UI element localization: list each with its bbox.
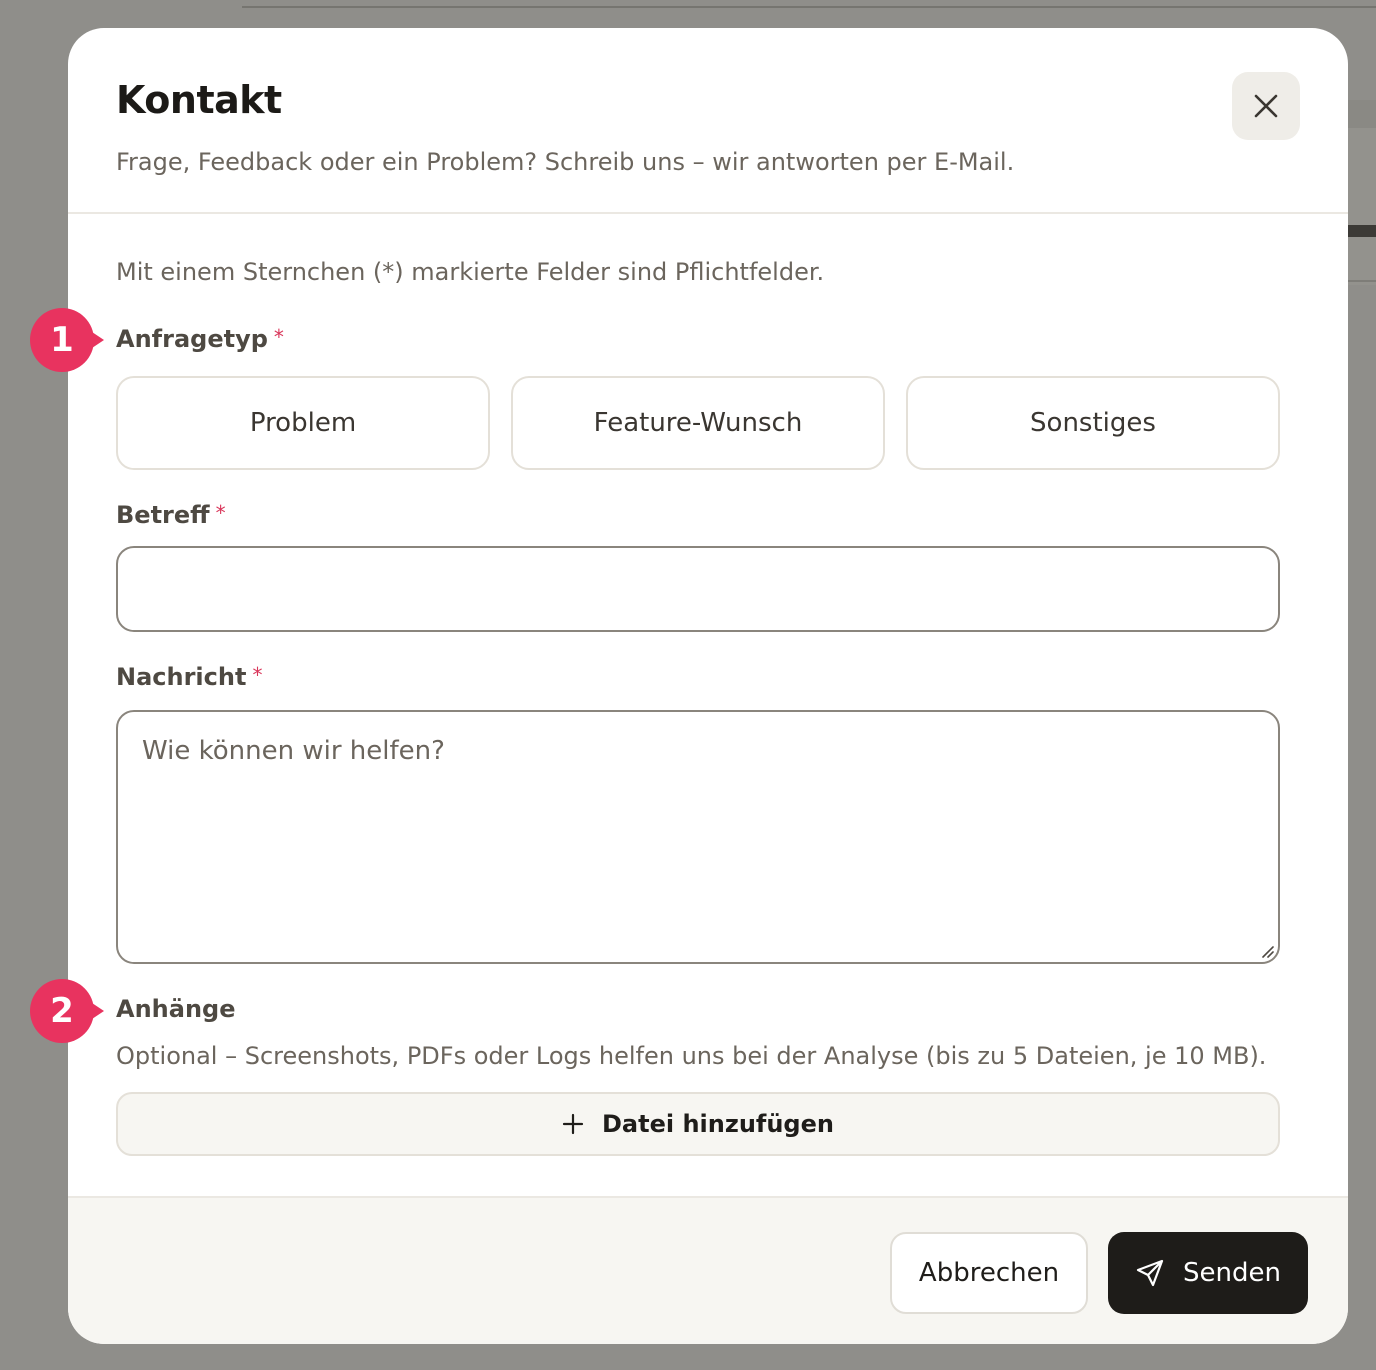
request-type-problem[interactable]: Problem — [116, 376, 490, 470]
send-label: Senden — [1183, 1258, 1281, 1288]
message-label: Nachricht * — [116, 663, 263, 691]
annotation-marker-2: 2 — [30, 979, 104, 1043]
message-placeholder: Wie können wir helfen? — [142, 736, 445, 766]
request-type-other[interactable]: Sonstiges — [906, 376, 1280, 470]
required-fields-note: Mit einem Sternchen (*) markierte Felder… — [116, 258, 825, 286]
subject-input[interactable] — [116, 546, 1280, 632]
required-asterisk: * — [215, 501, 226, 525]
attachments-label: Anhänge — [116, 995, 236, 1023]
add-file-button[interactable]: Datei hinzufügen — [116, 1092, 1280, 1156]
dialog-header: Kontakt Frage, Feedback oder ein Problem… — [68, 28, 1348, 214]
dialog-subtitle: Frage, Feedback oder ein Problem? Schrei… — [116, 148, 1015, 176]
dialog-footer: Abbrechen Senden — [68, 1196, 1348, 1344]
contact-dialog: Kontakt Frage, Feedback oder ein Problem… — [68, 28, 1348, 1344]
resize-handle-icon[interactable] — [1258, 942, 1274, 958]
subject-label: Betreff * — [116, 501, 226, 529]
close-icon — [1254, 94, 1278, 118]
request-type-label: Anfragetyp * — [116, 325, 284, 353]
background-panel — [1348, 100, 1376, 285]
plus-icon — [562, 1113, 584, 1135]
attachments-help: Optional – Screenshots, PDFs oder Logs h… — [116, 1042, 1267, 1070]
message-textarea[interactable]: Wie können wir helfen? — [116, 710, 1280, 964]
close-button[interactable] — [1232, 72, 1300, 140]
annotation-marker-1: 1 — [30, 308, 104, 372]
required-asterisk: * — [273, 325, 284, 349]
request-type-feature-request[interactable]: Feature-Wunsch — [511, 376, 885, 470]
dialog-title: Kontakt — [116, 78, 282, 122]
send-button[interactable]: Senden — [1108, 1232, 1308, 1314]
send-icon — [1136, 1259, 1164, 1287]
add-file-label: Datei hinzufügen — [602, 1110, 834, 1138]
required-asterisk: * — [252, 663, 263, 687]
cancel-button[interactable]: Abbrechen — [890, 1232, 1088, 1314]
background-divider — [242, 6, 1376, 8]
